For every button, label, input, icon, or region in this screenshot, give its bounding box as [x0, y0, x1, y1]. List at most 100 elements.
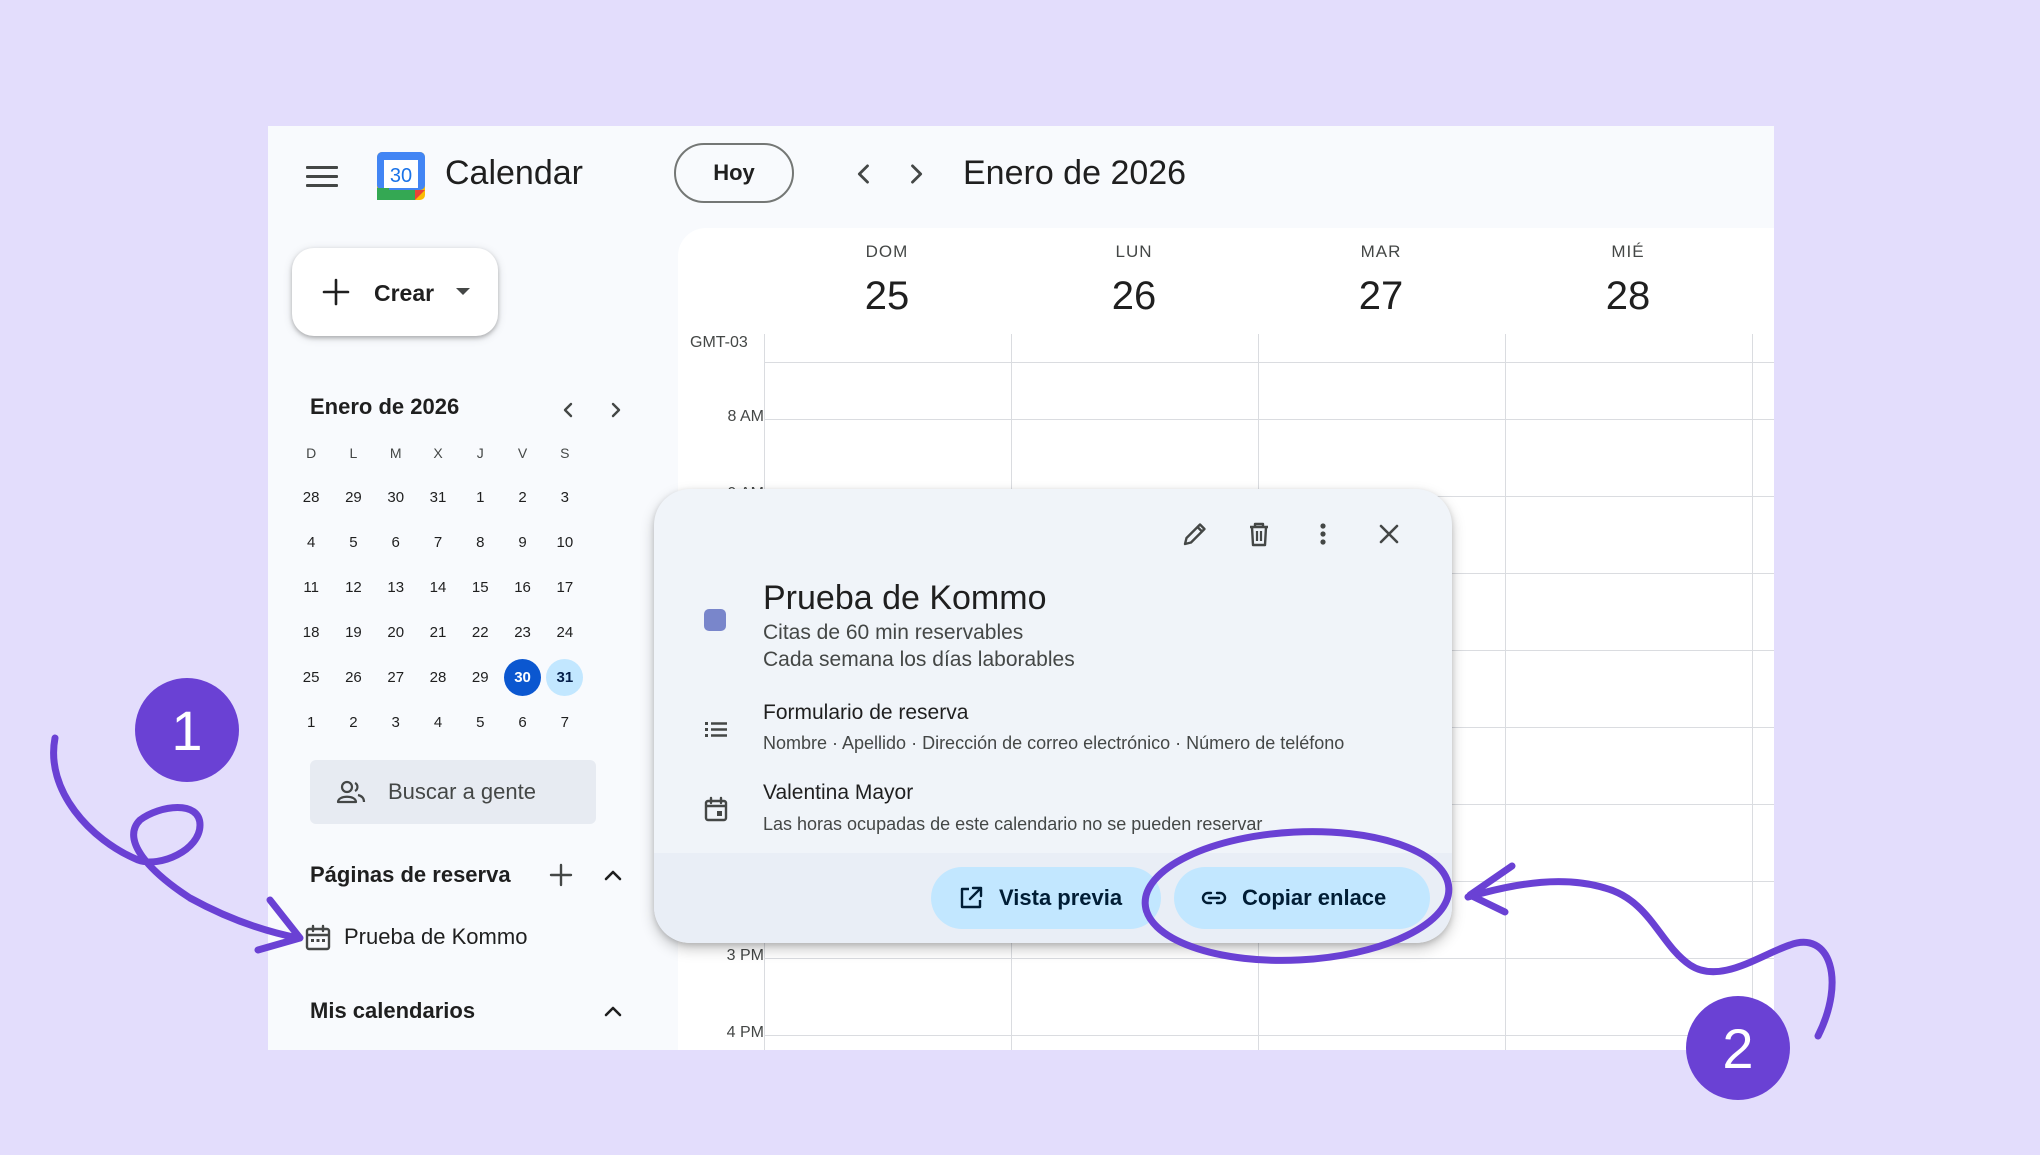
booking-page-popup: Prueba de Kommo Citas de 60 min reservab…	[654, 489, 1452, 943]
mini-week-row: 28 29 30 31 1 2 3	[290, 475, 586, 520]
add-booking-page-icon[interactable]	[548, 862, 574, 888]
weekday-label: D	[306, 444, 317, 461]
previous-week-icon[interactable]	[850, 160, 878, 188]
mini-day[interactable]: 28	[290, 479, 332, 516]
weekday-label: X	[433, 444, 443, 461]
mini-day[interactable]: 30	[375, 479, 417, 516]
mini-day[interactable]: 11	[290, 569, 332, 606]
preview-label: Vista previa	[999, 885, 1123, 910]
mini-day[interactable]: 3	[375, 704, 417, 741]
popup-recurrence: Cada semana los días laborables	[763, 648, 1075, 671]
mini-day[interactable]: 2	[501, 479, 543, 516]
google-calendar-logo: 30	[377, 152, 425, 200]
mini-day[interactable]: 24	[544, 614, 586, 651]
weekday-label: L	[349, 444, 358, 461]
mini-day[interactable]: 8	[459, 524, 501, 561]
edit-icon[interactable]	[1180, 519, 1210, 549]
plus-icon	[322, 278, 350, 306]
mini-day[interactable]: 1	[290, 704, 332, 741]
day-date[interactable]: 27	[1258, 274, 1504, 319]
mini-day-today[interactable]: 30	[501, 659, 543, 696]
mini-day[interactable]: 10	[544, 524, 586, 561]
mini-day[interactable]: 3	[544, 479, 586, 516]
mini-day[interactable]: 5	[459, 704, 501, 741]
people-icon	[336, 780, 366, 804]
day-date[interactable]: 25	[764, 274, 1010, 319]
mini-day[interactable]: 2	[332, 704, 374, 741]
calendar-note: Las horas ocupadas de este calendario no…	[763, 814, 1263, 834]
mini-day[interactable]: 6	[375, 524, 417, 561]
mini-day[interactable]: 23	[501, 614, 543, 651]
hour-label: 3 PM	[726, 947, 764, 964]
mini-day[interactable]: 5	[332, 524, 374, 561]
weekday-label: V	[517, 444, 528, 461]
day-header-dom[interactable]: DOM 25	[764, 242, 1010, 319]
weekday-label: J	[476, 444, 484, 461]
mini-week-row: 4 5 6 7 8 9 10	[290, 520, 586, 565]
day-date[interactable]: 26	[1011, 274, 1257, 319]
mini-week-row: 11 12 13 14 15 16 17	[290, 565, 586, 610]
mini-day[interactable]: 7	[544, 704, 586, 741]
mini-day[interactable]: 28	[417, 659, 459, 696]
mini-day[interactable]: 29	[332, 479, 374, 516]
mini-day[interactable]: 16	[501, 569, 543, 606]
mini-calendar-grid: D L M X J V S 28 29 30 31 1 2 3 4 5 6 7 …	[290, 430, 586, 745]
mini-day[interactable]: 12	[332, 569, 374, 606]
mini-day[interactable]: 4	[290, 524, 332, 561]
mini-day[interactable]: 19	[332, 614, 374, 651]
day-header-mie[interactable]: MIÉ 28	[1505, 242, 1751, 319]
collapse-my-calendars-icon[interactable]	[600, 998, 626, 1024]
create-label: Crear	[374, 280, 435, 306]
day-name: MAR	[1360, 242, 1402, 261]
mini-day[interactable]: 20	[375, 614, 417, 651]
hour-line	[764, 419, 1774, 420]
mini-day[interactable]: 29	[459, 659, 501, 696]
main-menu-icon[interactable]	[306, 162, 338, 190]
mini-day[interactable]: 9	[501, 524, 543, 561]
mini-day[interactable]: 26	[332, 659, 374, 696]
collapse-booking-pages-icon[interactable]	[600, 862, 626, 888]
today-button[interactable]: Hoy	[674, 143, 794, 203]
booking-page-label: Prueba de Kommo	[344, 924, 528, 949]
mini-day[interactable]: 13	[375, 569, 417, 606]
booking-page-item[interactable]: Prueba de Kommo	[304, 918, 564, 958]
close-icon[interactable]	[1374, 519, 1404, 549]
mini-day[interactable]: 15	[459, 569, 501, 606]
mini-day[interactable]: 7	[417, 524, 459, 561]
current-month-title: Enero de 2026	[963, 154, 1187, 192]
more-options-icon[interactable]	[1308, 519, 1338, 549]
mini-day[interactable]: 31	[417, 479, 459, 516]
mini-day[interactable]: 25	[290, 659, 332, 696]
mini-day[interactable]: 1	[459, 479, 501, 516]
create-button[interactable]: Crear	[292, 248, 498, 336]
day-column-line	[1505, 334, 1506, 1050]
mini-day[interactable]: 4	[417, 704, 459, 741]
day-header-lun[interactable]: LUN 26	[1011, 242, 1257, 319]
mini-next-month-icon[interactable]	[604, 398, 628, 422]
mini-day[interactable]: 6	[501, 704, 543, 741]
delete-icon[interactable]	[1244, 519, 1274, 549]
mini-day[interactable]: 18	[290, 614, 332, 651]
next-week-icon[interactable]	[902, 160, 930, 188]
booking-form-title: Formulario de reserva	[763, 701, 969, 724]
timezone-label: GMT-03	[690, 334, 748, 351]
mini-week-row: 25 26 27 28 29 30 31	[290, 655, 586, 700]
day-header-mar[interactable]: MAR 27	[1258, 242, 1504, 319]
search-people-placeholder: Buscar a gente	[388, 779, 536, 804]
popup-title: Prueba de Kommo	[763, 579, 1047, 617]
mini-day[interactable]: 21	[417, 614, 459, 651]
mini-day[interactable]: 27	[375, 659, 417, 696]
copy-link-button[interactable]: Copiar enlace	[1174, 867, 1430, 929]
mini-prev-month-icon[interactable]	[556, 398, 580, 422]
mini-day-selected[interactable]: 31	[544, 659, 586, 696]
weekday-label: M	[389, 444, 402, 461]
day-date[interactable]: 28	[1505, 274, 1751, 319]
mini-day[interactable]: 14	[417, 569, 459, 606]
mini-day[interactable]: 17	[544, 569, 586, 606]
mini-day[interactable]: 22	[459, 614, 501, 651]
mini-week-row: 1 2 3 4 5 6 7	[290, 700, 586, 745]
preview-button[interactable]: Vista previa	[931, 867, 1161, 929]
popup-duration: Citas de 60 min reservables	[763, 621, 1024, 644]
search-people-input[interactable]: Buscar a gente	[310, 760, 596, 824]
caret-down-icon	[456, 288, 470, 295]
